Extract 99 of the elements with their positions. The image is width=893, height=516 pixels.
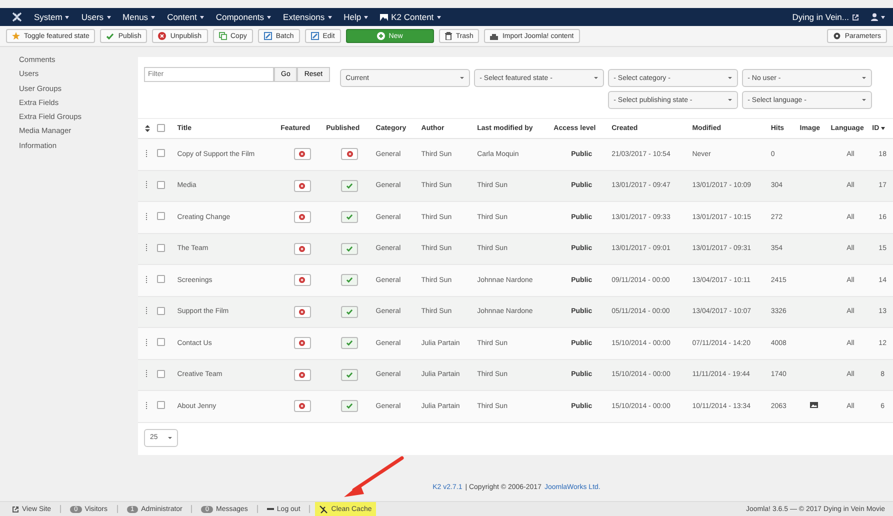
published-toggle[interactable] [341,274,358,286]
check-icon [346,340,354,346]
featured-toggle[interactable] [294,148,311,160]
drag-handle-icon[interactable] [146,212,148,220]
nav-menu[interactable]: Users [81,12,111,22]
user-menu[interactable] [871,13,885,21]
remove-icon [299,372,306,378]
featured-toggle[interactable] [294,368,311,381]
featured-toggle[interactable] [294,242,311,255]
row-checkbox[interactable] [156,338,165,346]
nav-menu[interactable]: Extensions [283,12,332,22]
edit-icon [264,32,272,40]
drag-handle-icon[interactable] [146,244,148,252]
site-link[interactable]: Dying in Vein... [792,12,859,22]
featured-toggle[interactable] [294,306,311,318]
published-toggle[interactable] [341,400,358,412]
row-checkbox[interactable] [156,149,165,158]
caret-icon [267,16,272,18]
caret-icon [328,16,332,18]
nav-menu[interactable]: K2 Content [380,12,441,22]
published-toggle[interactable] [341,368,358,381]
caret-icon [106,16,111,18]
minus-icon [266,508,274,510]
nav-menu[interactable]: Content [167,12,204,22]
remove-icon [299,246,306,252]
check-icon [346,246,354,252]
caret-icon [200,16,204,18]
featured-toggle[interactable] [294,400,311,412]
caret-icon [364,16,368,18]
drag-handle-icon[interactable] [146,150,148,157]
featured-toggle[interactable] [294,337,311,350]
nav-menu[interactable]: System [34,12,70,22]
check-icon [346,277,354,284]
caret-icon [594,77,598,79]
drag-handle-icon[interactable] [146,276,148,283]
external-link-icon [12,506,19,512]
caret-icon [65,16,70,18]
caret-icon [862,77,866,79]
check-icon [346,372,354,378]
remove-icon [299,308,306,315]
row-checkbox[interactable] [156,244,165,252]
remove-icon [346,151,353,158]
remove-icon [299,277,306,284]
select-all-checkbox[interactable] [156,124,165,132]
remove-icon [158,32,166,40]
drag-handle-icon[interactable] [146,181,148,188]
row-checkbox[interactable] [156,401,165,410]
row-checkbox[interactable] [156,306,165,315]
featured-toggle[interactable] [294,274,311,286]
user-icon [871,13,878,21]
logo-icon [12,12,22,22]
row-checkbox[interactable] [156,370,165,378]
caret-icon [436,16,441,18]
featured-toggle[interactable] [294,180,311,192]
published-toggle[interactable] [341,242,358,255]
edit-icon [310,32,319,40]
plus-icon [376,32,385,40]
row-checkbox[interactable] [156,212,165,220]
trash-icon [444,32,452,40]
published-toggle[interactable] [341,148,358,160]
nav-menu[interactable]: Help [344,12,368,22]
check-icon [346,182,354,189]
import-icon [490,32,498,40]
drag-handle-icon[interactable] [146,338,148,346]
published-toggle[interactable] [341,337,358,350]
row-checkbox[interactable] [156,275,165,284]
caret-icon [460,77,464,79]
row-checkbox[interactable] [156,180,165,189]
drag-handle-icon[interactable] [146,402,148,409]
sort-icon[interactable] [145,125,150,132]
featured-toggle[interactable] [294,211,311,224]
check-icon [106,32,114,40]
caret-icon [881,127,886,130]
nav-menu[interactable]: Menus [122,12,156,22]
caret-icon [151,16,156,18]
remove-icon [299,403,306,410]
gear-icon [832,32,841,40]
published-toggle[interactable] [341,306,358,318]
star-icon [12,32,20,40]
nav-menu[interactable]: Components [216,12,272,22]
caret-icon [881,16,885,18]
caret-icon [728,77,732,79]
caret-icon [168,436,172,438]
caret-icon [862,99,866,101]
image-icon [380,14,388,20]
caret-icon [728,99,732,101]
external-link-icon [852,14,859,20]
check-icon [346,308,354,315]
remove-icon [299,214,306,220]
copy-icon [218,32,226,40]
remove-icon [299,182,306,189]
published-toggle[interactable] [341,211,358,224]
drag-handle-icon[interactable] [146,307,148,314]
check-icon [346,403,354,410]
check-icon [346,214,354,220]
published-toggle[interactable] [341,180,358,192]
remove-icon [299,340,306,346]
drag-handle-icon[interactable] [146,370,148,378]
remove-icon [299,151,306,158]
